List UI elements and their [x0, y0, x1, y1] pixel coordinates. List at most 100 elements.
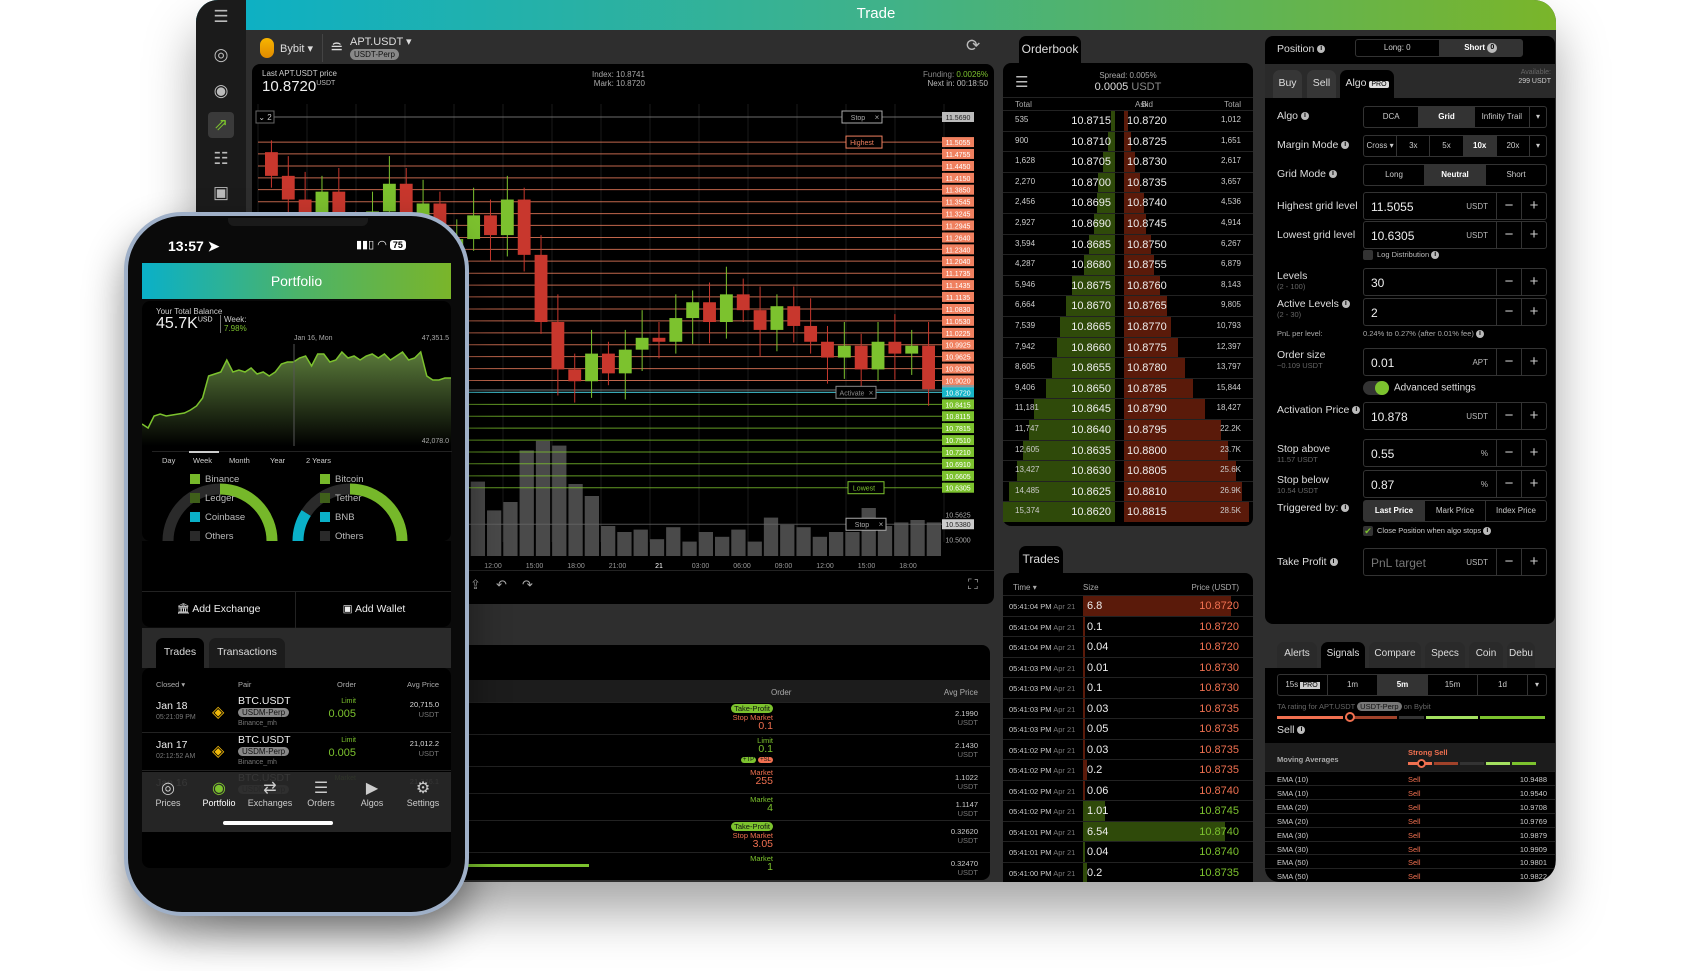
trades-col-time[interactable]: Time ▾ [1013, 583, 1037, 592]
redo-icon[interactable]: ↷ [522, 577, 533, 593]
toggle-switch[interactable] [1363, 381, 1389, 395]
orderbook-row[interactable]: 900 10.8710 10.8725 1,651 [1003, 130, 1253, 152]
check-icon[interactable]: ✔ [1363, 526, 1373, 537]
period-day[interactable]: Day [162, 456, 175, 465]
period-week[interactable]: Week [193, 456, 212, 465]
tab-compare[interactable]: Compare [1369, 642, 1421, 668]
tab-sell[interactable]: Sell [1307, 70, 1336, 98]
margin-option[interactable]: Cross ▾ [1364, 136, 1398, 156]
trade-row[interactable]: Jan 18 05:21:09 PM ◈ BTC.USDT USDM-Perp Binan… [142, 694, 451, 732]
info-icon[interactable]: i [1341, 504, 1350, 513]
info-icon[interactable]: i [1476, 330, 1484, 339]
minus-button[interactable]: − [1496, 222, 1521, 248]
highest-grid-input[interactable]: 11.5055 USDT − + [1363, 192, 1547, 220]
timeframe-option[interactable]: 1m [1328, 675, 1378, 695]
orderbook-row[interactable]: 7,539 10.8665 10.8770 10,793 [1003, 316, 1253, 337]
exchange-select[interactable]: Bybit ▾ [280, 42, 313, 55]
orderbook-row[interactable]: 2,456 10.8695 10.8740 4,536 [1003, 192, 1253, 214]
tab-orderbook[interactable]: Orderbook [1019, 36, 1081, 63]
add-wallet-button[interactable]: ▣ Add Wallet [297, 592, 451, 628]
algos-icon[interactable]: ▣ [208, 180, 234, 206]
grid-mode-option[interactable]: Short [1486, 165, 1546, 185]
orderbook-row[interactable]: 11,181 10.8645 10.8790 18,427 [1003, 398, 1253, 420]
short-count[interactable]: Short 0 [1439, 40, 1522, 56]
info-icon[interactable]: i [1329, 558, 1338, 567]
tab-trades[interactable]: Trades [156, 638, 204, 668]
tab-specs[interactable]: Specs [1425, 642, 1465, 668]
orderbook-row[interactable]: 9,406 10.8650 10.8785 15,844 [1003, 377, 1253, 399]
nav-algos[interactable]: ▶ Algos [346, 778, 398, 808]
trade-row[interactable]: Jan 17 02:12:52 AM ◈ BTC.USDT USDM-Perp Binan… [142, 732, 451, 770]
lowest-grid-input[interactable]: 10.6305 USDT − + [1363, 221, 1547, 249]
stop-below-input[interactable]: 0.87% − + [1363, 470, 1547, 498]
portfolio-icon[interactable]: ◉ [208, 78, 234, 104]
orderbook-row[interactable]: 2,270 10.8700 10.8735 3,657 [1003, 171, 1253, 193]
tab-debu[interactable]: Debu [1507, 642, 1535, 668]
prices-icon[interactable]: ◎ [208, 42, 234, 68]
algo-option[interactable]: Grid [1419, 107, 1475, 127]
info-icon[interactable]: i [1300, 112, 1309, 121]
info-icon[interactable]: i [1341, 141, 1350, 150]
plus-button[interactable]: + [1521, 222, 1546, 248]
info-icon[interactable]: i [1352, 406, 1361, 415]
plus-button[interactable]: + [1521, 299, 1546, 325]
minus-button[interactable]: − [1496, 193, 1521, 219]
activation-price-input[interactable]: 10.878 USDT − + [1363, 402, 1547, 430]
orderbook-row[interactable]: 14,485 10.8625 10.8810 26.9K [1003, 480, 1253, 502]
undo-icon[interactable]: ↶ [496, 577, 507, 593]
nav-settings[interactable]: ⚙ Settings [397, 778, 449, 808]
plus-button[interactable]: + [1521, 193, 1546, 219]
orderbook-row[interactable]: 535 10.8715 10.8720 1,012 [1003, 110, 1253, 131]
minus-button[interactable]: − [1496, 440, 1521, 466]
orderbook-row[interactable]: 12,605 10.8635 10.8800 23.7K [1003, 439, 1253, 461]
col-0[interactable]: Closed ▾ [156, 680, 185, 689]
minus-button[interactable]: − [1496, 403, 1521, 429]
tab-trades[interactable]: Trades [1019, 546, 1063, 573]
tp-badge[interactable]: +TP [740, 757, 757, 763]
orderbook-row[interactable]: 2,927 10.8690 10.8745 4,914 [1003, 213, 1253, 234]
add-exchange-button[interactable]: 🏛︎ Add Exchange [142, 592, 296, 628]
stop-above-input[interactable]: 0.55% − + [1363, 439, 1547, 467]
advanced-settings-toggle[interactable]: Advanced settings [1363, 381, 1476, 395]
orderbook-row[interactable]: 4,287 10.8680 10.8755 6,879 [1003, 254, 1253, 276]
plus-button[interactable]: + [1521, 440, 1546, 466]
period-month[interactable]: Month [229, 456, 250, 465]
pair-select[interactable]: APT.USDT ▾ USDT-Perp [350, 35, 412, 60]
plus-button[interactable]: + [1521, 349, 1546, 375]
minus-button[interactable]: − [1496, 269, 1521, 295]
timeframe-option[interactable]: 1d [1478, 675, 1528, 695]
algo-option[interactable]: Infinity Trail [1475, 107, 1530, 127]
timeframe-option[interactable]: 5m [1378, 675, 1428, 695]
info-icon[interactable]: i [1341, 300, 1350, 309]
margin-option[interactable]: 10x [1463, 136, 1497, 156]
orderbook-row[interactable]: 13,427 10.8630 10.8805 25.6K [1003, 460, 1253, 482]
minus-button[interactable]: − [1496, 549, 1521, 575]
share-icon[interactable]: ⇪ [470, 577, 481, 593]
tab-alerts[interactable]: Alerts [1277, 642, 1317, 668]
nav-orders[interactable]: ☰ Orders [295, 778, 347, 808]
orderbook-row[interactable]: 11,747 10.8640 10.8795 22.2K [1003, 419, 1253, 440]
margin-option[interactable]: ▾ [1530, 136, 1546, 156]
tab-coin[interactable]: Coin [1469, 642, 1503, 668]
nav-portfolio[interactable]: ◉ Portfolio [193, 778, 245, 808]
info-icon[interactable]: i [1483, 527, 1492, 536]
tab-signals[interactable]: Signals [1321, 642, 1365, 668]
orderbook-row[interactable]: 3,594 10.8685 10.8750 6,267 [1003, 233, 1253, 255]
minus-button[interactable]: − [1496, 471, 1521, 497]
timeframe-option[interactable]: 15m [1428, 675, 1478, 695]
timeframe-option[interactable]: 15s PRO [1278, 675, 1328, 695]
take-profit-input[interactable]: PnL target USDT − + [1363, 548, 1547, 576]
info-icon[interactable]: i [1328, 170, 1337, 179]
close-position-checkbox[interactable]: ✔ Close Position when algo stops i [1363, 526, 1492, 537]
exchanges-icon[interactable]: ⇗ [208, 112, 234, 138]
sl-badge[interactable]: +SL [758, 757, 773, 763]
margin-option[interactable]: 20x [1497, 136, 1531, 156]
info-icon[interactable]: i [1297, 726, 1306, 735]
info-icon[interactable]: i [1431, 251, 1440, 260]
levels-input[interactable]: 30 − + [1363, 268, 1547, 296]
trigger-option[interactable]: Index Price [1486, 501, 1546, 521]
algo-option[interactable]: DCA [1364, 107, 1420, 127]
tab-algo[interactable]: Algo PRO [1340, 70, 1394, 98]
orderbook-row[interactable]: 15,374 10.8620 10.8815 28.5K [1003, 501, 1253, 523]
plus-button[interactable]: + [1521, 549, 1546, 575]
